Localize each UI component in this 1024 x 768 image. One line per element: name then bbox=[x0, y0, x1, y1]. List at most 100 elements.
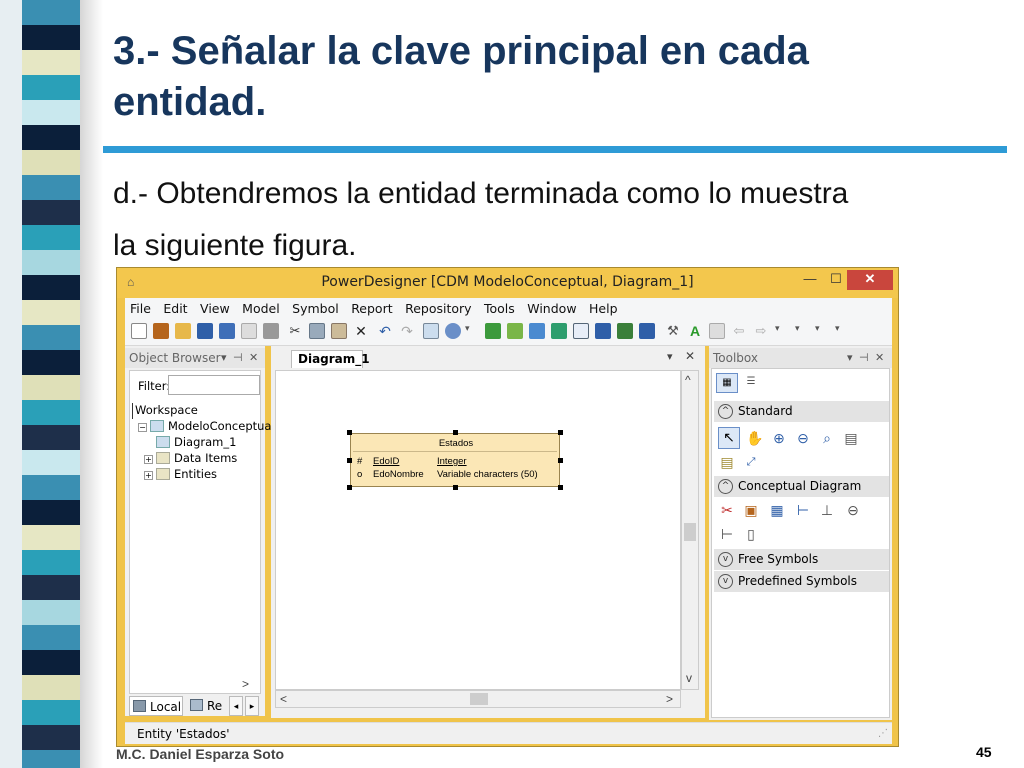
minimize-button[interactable]: — bbox=[797, 270, 823, 290]
menu-window[interactable]: Window bbox=[527, 301, 576, 316]
print-preview-icon[interactable] bbox=[241, 323, 257, 339]
tree-item-data-items[interactable]: + Data Items bbox=[144, 451, 237, 467]
selection-handle[interactable] bbox=[453, 430, 458, 435]
tab-close-icon[interactable]: ✕ bbox=[685, 349, 695, 363]
package-icon[interactable]: ▣ bbox=[742, 501, 760, 519]
zoom-icon[interactable]: ⌕ bbox=[818, 429, 836, 447]
back-icon[interactable]: ⇦ bbox=[731, 323, 747, 339]
align-icon[interactable] bbox=[709, 323, 725, 339]
zoom-out-icon[interactable]: ⊖ bbox=[794, 429, 812, 447]
forward-icon[interactable]: ⇨ bbox=[753, 323, 769, 339]
maximize-button[interactable]: ☐ bbox=[823, 270, 849, 290]
selection-handle[interactable] bbox=[347, 458, 352, 463]
menu-tools[interactable]: Tools bbox=[484, 301, 515, 316]
tab-scroll-right[interactable]: ▸ bbox=[245, 696, 259, 716]
find-icon[interactable] bbox=[445, 323, 461, 339]
icon-view-icon[interactable]: ▦ bbox=[716, 373, 738, 393]
dropdown-arrow-icon[interactable]: ▾ bbox=[795, 323, 811, 339]
collapse-icon[interactable]: − bbox=[138, 423, 147, 432]
new-model-icon[interactable] bbox=[153, 323, 169, 339]
save-icon[interactable] bbox=[197, 323, 213, 339]
file-icon[interactable]: ▯ bbox=[742, 525, 760, 543]
dropdown-arrow-icon[interactable]: ▾ bbox=[815, 323, 831, 339]
menu-view[interactable]: View bbox=[200, 301, 230, 316]
menu-repository[interactable]: Repository bbox=[405, 301, 471, 316]
scroll-down-icon[interactable]: v bbox=[686, 671, 692, 685]
layout-icon[interactable] bbox=[617, 323, 633, 339]
inheritance-icon[interactable]: ⊥ bbox=[818, 501, 836, 519]
dropdown-arrow-icon[interactable]: ▾ bbox=[465, 323, 481, 339]
redo-icon[interactable]: ↷ bbox=[399, 323, 415, 339]
print-icon[interactable] bbox=[263, 323, 279, 339]
entity-estados[interactable]: Estados # EdoID Integer o EdoNombre Vari… bbox=[350, 433, 560, 487]
section-standard[interactable]: ^ Standard bbox=[714, 401, 889, 422]
horizontal-scrollbar[interactable]: < > bbox=[275, 690, 681, 708]
dropdown-arrow-icon[interactable]: ▾ bbox=[835, 323, 851, 339]
section-free-symbols[interactable]: v Free Symbols bbox=[714, 549, 889, 570]
scissors-icon[interactable]: ✂ bbox=[718, 501, 736, 519]
association-link-icon[interactable]: ⊢ bbox=[718, 525, 736, 543]
properties-icon[interactable]: ▤ bbox=[842, 429, 860, 447]
list-view-icon[interactable]: ☰ bbox=[742, 373, 760, 391]
scroll-up-icon[interactable]: ^ bbox=[685, 373, 691, 387]
import-icon[interactable] bbox=[529, 323, 545, 339]
expand-icon[interactable]: + bbox=[144, 471, 153, 480]
dropdown-arrow-icon[interactable]: ▾ bbox=[775, 323, 791, 339]
paste-icon[interactable] bbox=[331, 323, 347, 339]
report-icon[interactable] bbox=[573, 323, 589, 339]
selection-handle[interactable] bbox=[453, 485, 458, 490]
expand-icon[interactable]: + bbox=[144, 455, 153, 464]
tab-local[interactable]: Local bbox=[129, 696, 183, 716]
copy-icon[interactable] bbox=[309, 323, 325, 339]
vertical-scrollbar[interactable]: ^ v bbox=[681, 370, 699, 690]
hand-icon[interactable]: ✋ bbox=[746, 429, 764, 447]
section-predefined-symbols[interactable]: v Predefined Symbols bbox=[714, 571, 889, 592]
entity-icon[interactable]: ▦ bbox=[768, 501, 786, 519]
scroll-thumb[interactable] bbox=[470, 693, 488, 705]
scroll-right-icon[interactable]: > bbox=[666, 692, 673, 706]
selection-handle[interactable] bbox=[558, 485, 563, 490]
font-icon[interactable]: A bbox=[687, 323, 703, 339]
menu-help[interactable]: Help bbox=[589, 301, 618, 316]
window-icon[interactable] bbox=[595, 323, 611, 339]
tree-item-entities[interactable]: + Entities bbox=[144, 467, 217, 483]
association-icon[interactable]: ⊖ bbox=[844, 501, 862, 519]
selection-handle[interactable] bbox=[558, 430, 563, 435]
scroll-left-icon[interactable]: < bbox=[280, 692, 287, 706]
format-painter-icon[interactable]: ⚒ bbox=[665, 323, 681, 339]
resize-grip-icon[interactable]: ⋰ bbox=[878, 723, 888, 745]
list-icon[interactable] bbox=[639, 323, 655, 339]
menu-edit[interactable]: Edit bbox=[163, 301, 187, 316]
pointer-icon[interactable]: ↖ bbox=[718, 427, 740, 449]
refresh-icon[interactable] bbox=[551, 323, 567, 339]
menu-file[interactable]: File bbox=[130, 301, 151, 316]
undo-icon[interactable]: ↶ bbox=[377, 323, 393, 339]
menu-model[interactable]: Model bbox=[242, 301, 280, 316]
tab-scroll-left[interactable]: ◂ bbox=[229, 696, 243, 716]
diagram-canvas[interactable]: Estados # EdoID Integer o EdoNombre Vari… bbox=[275, 370, 681, 690]
generate-icon[interactable] bbox=[507, 323, 523, 339]
open-icon[interactable] bbox=[175, 323, 191, 339]
panel-close-icon[interactable]: ✕ bbox=[875, 348, 884, 368]
menu-report[interactable]: Report bbox=[351, 301, 392, 316]
selection-handle[interactable] bbox=[347, 430, 352, 435]
selection-handle[interactable] bbox=[558, 458, 563, 463]
section-conceptual-diagram[interactable]: ^ Conceptual Diagram bbox=[714, 476, 889, 497]
check-model-icon[interactable] bbox=[485, 323, 501, 339]
new-icon[interactable] bbox=[131, 323, 147, 339]
pin-icon[interactable]: ⊣ bbox=[859, 348, 869, 368]
pin-dropdown-icon[interactable]: ▾ bbox=[847, 348, 853, 368]
scroll-right-icon[interactable]: > bbox=[242, 677, 249, 691]
save-all-icon[interactable] bbox=[219, 323, 235, 339]
delete-icon[interactable]: ✕ bbox=[353, 323, 369, 339]
tree-item-model[interactable]: − ModeloConceptual * bbox=[138, 419, 284, 435]
menu-symbol[interactable]: Symbol bbox=[292, 301, 339, 316]
selection-handle[interactable] bbox=[347, 485, 352, 490]
zoom-in-icon[interactable]: ⊕ bbox=[770, 429, 788, 447]
tree-item-workspace[interactable]: Workspace bbox=[132, 403, 198, 419]
scroll-thumb[interactable] bbox=[684, 523, 696, 541]
tree-item-diagram[interactable]: Diagram_1 bbox=[156, 435, 236, 451]
tab-repository[interactable]: Re bbox=[187, 696, 227, 716]
panel-close-icon[interactable]: ✕ bbox=[249, 348, 258, 368]
close-button[interactable]: ✕ bbox=[847, 270, 893, 290]
